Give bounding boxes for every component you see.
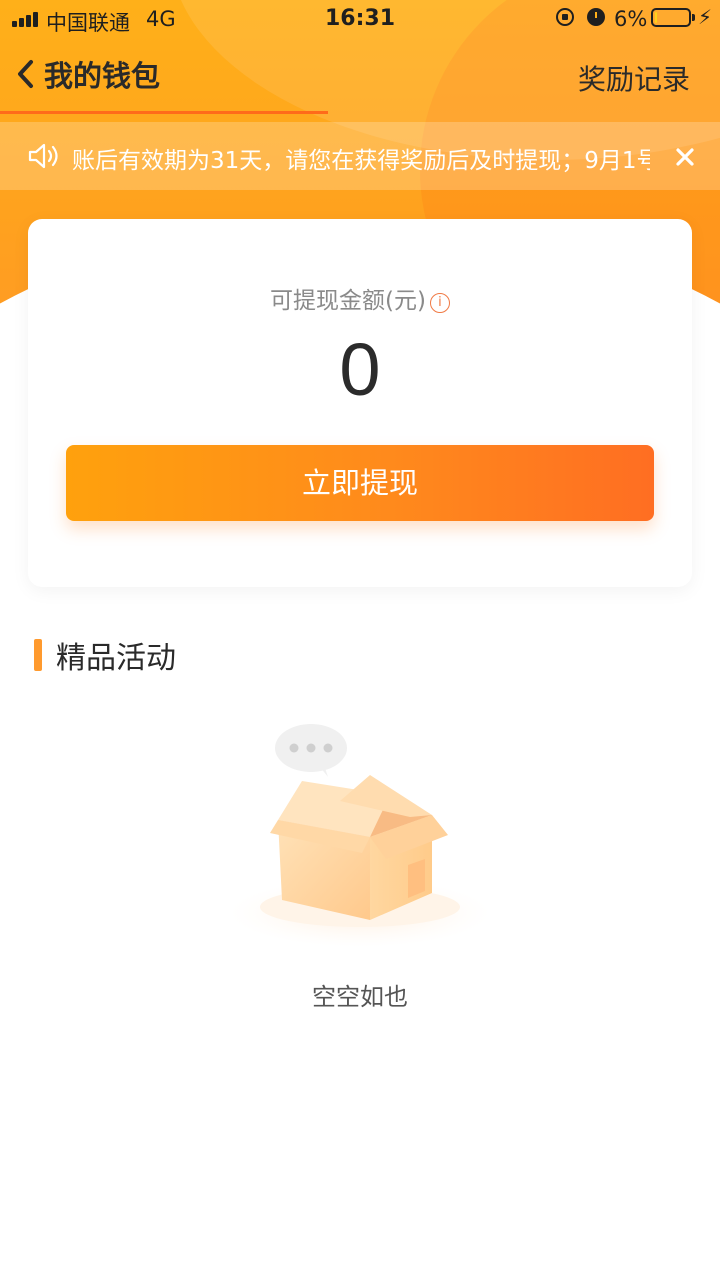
close-icon[interactable] bbox=[670, 142, 700, 172]
empty-state-text: 空空如也 bbox=[312, 983, 408, 1011]
rotation-lock-icon bbox=[556, 8, 574, 26]
section-accent-bar bbox=[34, 639, 42, 671]
section-header: 精品活动 bbox=[34, 637, 176, 676]
withdraw-button[interactable]: 立即提现 bbox=[66, 445, 654, 521]
chevron-left-icon bbox=[10, 54, 40, 94]
notice-text: 账后有效期为31天，请您在获得奖励后及时提现；9月1号前 bbox=[72, 148, 650, 174]
section-title: 精品活动 bbox=[56, 641, 176, 676]
speaker-icon bbox=[27, 142, 61, 170]
chat-bubble-icon bbox=[275, 724, 347, 777]
back-button[interactable]: 我的钱包 bbox=[10, 46, 160, 102]
nav-bar: 我的钱包 奖励记录 bbox=[0, 40, 720, 110]
notice-bar: 账后有效期为31天，请您在获得奖励后及时提现；9月1号前 bbox=[0, 122, 720, 190]
battery-icon bbox=[651, 8, 695, 27]
empty-box-illustration bbox=[220, 715, 500, 955]
page-title: 我的钱包 bbox=[44, 59, 161, 93]
balance-label-row: 可提现金额(元) i bbox=[28, 281, 692, 315]
charging-icon: ⚡ bbox=[698, 5, 713, 29]
battery-percent: 6% bbox=[614, 7, 648, 31]
balance-card: 可提现金额(元) i 0 立即提现 bbox=[28, 219, 692, 587]
header-underline bbox=[0, 111, 328, 114]
alarm-icon bbox=[587, 8, 605, 26]
balance-amount: 0 bbox=[339, 328, 381, 411]
battery-level bbox=[655, 12, 657, 23]
info-icon[interactable]: i bbox=[429, 293, 450, 313]
status-bar: 中国联通 4G 16:31 6% ⚡ bbox=[0, 0, 720, 38]
reward-records-link[interactable]: 奖励记录 bbox=[578, 58, 690, 98]
balance-label: 可提现金额(元) bbox=[270, 288, 426, 314]
status-time: 16:31 bbox=[324, 6, 396, 31]
